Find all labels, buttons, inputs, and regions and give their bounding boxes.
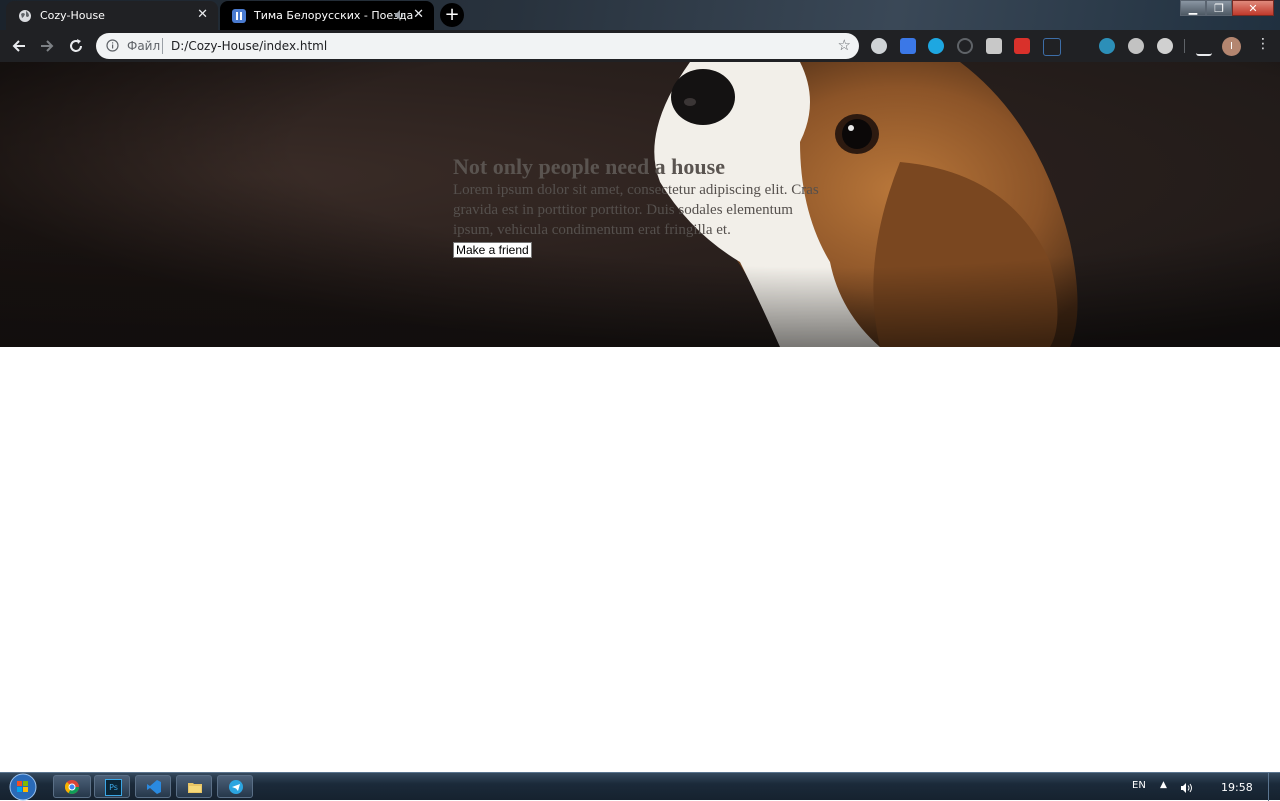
- taskbar-photoshop[interactable]: Ps: [94, 775, 130, 798]
- notification-badge-icon[interactable]: [1014, 38, 1030, 54]
- hero-description: Lorem ipsum dolor sit amet, consectetur …: [453, 182, 819, 238]
- tab-title: Cozy-House: [40, 9, 105, 22]
- taskbar: Ps EN ▲ 19:58: [0, 772, 1280, 801]
- info-icon[interactable]: [106, 39, 119, 52]
- window-controls: ▁ ❐ ✕: [1180, 0, 1274, 18]
- forward-icon[interactable]: [38, 37, 56, 55]
- screenshot-icon[interactable]: [986, 38, 1002, 54]
- download-icon[interactable]: [1128, 38, 1144, 54]
- profile-avatar[interactable]: I: [1222, 37, 1241, 56]
- photoshop-icon: Ps: [105, 779, 122, 796]
- speaker-icon[interactable]: [394, 9, 406, 21]
- make-friend-button[interactable]: Make a friend: [453, 242, 532, 258]
- tab-title: Тима Белорусских - Поезда: [254, 9, 414, 22]
- send-icon[interactable]: [1043, 38, 1061, 56]
- globe-icon: [19, 10, 31, 22]
- tab-cozy-house[interactable]: Cozy-House ✕: [6, 1, 218, 30]
- restore-button[interactable]: ❐: [1206, 0, 1232, 16]
- bookmark-star-icon[interactable]: ☆: [838, 36, 851, 54]
- folder-icon: [188, 783, 202, 793]
- pause-icon: [232, 9, 246, 23]
- taskbar-explorer[interactable]: [176, 775, 212, 798]
- adblock-icon[interactable]: [1157, 38, 1173, 54]
- tab-music[interactable]: Тима Белорусских - Поезда ✕: [220, 1, 434, 30]
- vpn-icon[interactable]: [928, 38, 944, 54]
- hero-title: Not only people need a house: [453, 154, 725, 179]
- new-tab-button[interactable]: +: [440, 3, 464, 27]
- language-indicator[interactable]: EN: [1132, 780, 1146, 791]
- extension-pie-icon[interactable]: [871, 38, 887, 54]
- reload-icon[interactable]: [67, 37, 85, 55]
- hero-text-block: Not only people need a house Lorem ipsum…: [453, 154, 833, 259]
- scheme-label: Файл: [127, 39, 161, 53]
- back-icon[interactable]: [10, 37, 28, 55]
- taskbar-chrome[interactable]: [53, 775, 91, 798]
- menu-icon[interactable]: ⋮: [1256, 36, 1270, 52]
- tray-expand-icon[interactable]: ▲: [1160, 780, 1167, 790]
- taskbar-vscode[interactable]: [135, 775, 171, 798]
- history-icon[interactable]: [957, 38, 973, 54]
- start-button-icon[interactable]: [6, 773, 40, 801]
- browser-toolbar: Файл D:/Cozy-House/index.html ☆ I ⋮: [0, 30, 1280, 62]
- taskbar-telegram[interactable]: [217, 775, 253, 798]
- vscode-icon: [147, 780, 161, 794]
- toolbar-divider: [1184, 39, 1185, 53]
- chrome-icon: [64, 780, 79, 794]
- clock[interactable]: 19:58: [1221, 781, 1253, 794]
- address-bar[interactable]: Файл D:/Cozy-House/index.html ☆: [96, 33, 859, 59]
- volume-icon[interactable]: [1180, 782, 1194, 794]
- page-viewport: Not only people need a house Lorem ipsum…: [0, 62, 1280, 772]
- extension-c-icon[interactable]: [1099, 38, 1115, 54]
- close-window-button[interactable]: ✕: [1232, 0, 1274, 16]
- media-control-icon[interactable]: [1196, 38, 1212, 56]
- hero-section: Not only people need a house Lorem ipsum…: [0, 62, 1280, 347]
- translate-icon[interactable]: [900, 38, 916, 54]
- address-divider: [162, 38, 163, 54]
- tab-strip: Cozy-House ✕ Тима Белорусских - Поезда ✕…: [0, 0, 1280, 30]
- url-text[interactable]: D:/Cozy-House/index.html: [171, 39, 327, 53]
- show-desktop-button[interactable]: [1268, 773, 1280, 801]
- telegram-icon: [229, 780, 243, 794]
- close-tab-icon[interactable]: ✕: [197, 7, 208, 22]
- close-tab-icon[interactable]: ✕: [413, 7, 424, 22]
- minimize-button[interactable]: ▁: [1180, 0, 1206, 16]
